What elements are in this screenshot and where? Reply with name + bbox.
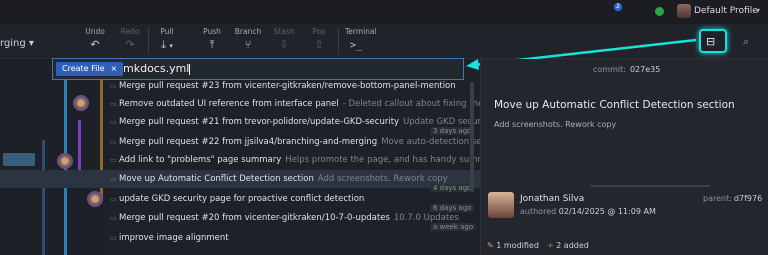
- added-count[interactable]: 2 added: [556, 241, 589, 250]
- title-bar: [0, 0, 768, 24]
- commit-message: update GKD security page for proactive c…: [119, 194, 365, 204]
- filename-input[interactable]: mkdocs.yml: [123, 61, 191, 77]
- scrollbar[interactable]: [470, 82, 474, 192]
- avatar[interactable]: [87, 191, 103, 207]
- parent-sha[interactable]: parent: d7f976: [703, 194, 762, 203]
- table-row[interactable]: ▭ Merge pull request #21 from trevor-poli…: [110, 113, 480, 131]
- push-icon: ⤒: [209, 38, 215, 51]
- divider: [338, 28, 339, 54]
- branch-label: Branch: [234, 27, 262, 36]
- commit-sha-label: commit:: [593, 65, 626, 74]
- stash-icon: ⇩: [279, 38, 289, 51]
- commit-description: 10.7.0 Updates: [393, 213, 459, 223]
- stash-button[interactable]: Stash ⇩: [266, 27, 302, 51]
- redo-label: Redo: [120, 27, 140, 36]
- notification-badge: 2: [614, 3, 622, 11]
- row-marker-icon: ▭: [110, 214, 117, 222]
- avatar[interactable]: [57, 153, 73, 169]
- authored-date: authored 02/14/2025 @ 11:09 AM: [520, 207, 656, 216]
- panel-resize-handle[interactable]: [590, 185, 710, 187]
- row-marker-icon: ▭: [110, 156, 117, 164]
- row-marker-icon: ▭: [110, 138, 117, 146]
- redo-icon: ↷: [125, 38, 135, 51]
- stash-label: Stash: [273, 27, 295, 36]
- commit-sha[interactable]: commit: 027e35: [593, 65, 660, 74]
- row-marker-icon: ▭: [110, 118, 117, 126]
- graph-lane: [42, 140, 45, 255]
- table-row[interactable]: ▭ Merge pull request #20 from vicenter-gi…: [110, 209, 480, 227]
- filename-value: mkdocs.yml: [123, 62, 190, 75]
- commit-message: improve image alignment: [119, 233, 229, 243]
- pencil-icon: ✎: [487, 241, 494, 250]
- command-palette[interactable]: Create File × mkdocs.yml: [52, 58, 464, 80]
- commit-message: Merge pull request #23 from vicenter-git…: [119, 81, 456, 91]
- undo-label: Undo: [85, 27, 105, 36]
- pull-label: Pull: [160, 27, 174, 36]
- terminal-label[interactable]: Terminal: [345, 27, 377, 36]
- commit-description: Add screenshots. Rework copy: [317, 174, 448, 184]
- author-avatar: [488, 192, 514, 218]
- create-file-label: Create File: [62, 64, 105, 73]
- table-row[interactable]: ▭ Remove outdated UI reference from inter…: [110, 95, 480, 113]
- profile-caret-icon[interactable]: ▾: [756, 6, 760, 15]
- create-file-tag[interactable]: Create File ×: [56, 62, 124, 76]
- commit-message: Merge pull request #22 from jjsilva4/bra…: [119, 137, 378, 147]
- commit-message: Remove outdated UI reference from interf…: [119, 99, 339, 109]
- branch-badge[interactable]: [3, 153, 35, 166]
- branch-button[interactable]: Branch ⑂: [230, 27, 266, 51]
- text-cursor: [189, 63, 191, 75]
- plus-icon: +: [546, 241, 554, 250]
- modified-count[interactable]: 1 modified: [496, 241, 539, 250]
- commit-message: Merge pull request #20 from vicenter-git…: [119, 213, 390, 223]
- row-marker-icon: ▭: [110, 195, 117, 203]
- redo-button[interactable]: Redo ↷: [112, 27, 148, 51]
- authored-date-value: 02/14/2025 @ 11:09 AM: [558, 207, 656, 216]
- pop-button[interactable]: Pop ⇧: [301, 27, 337, 51]
- table-row-selected[interactable]: ▭ Move up Automatic Conflict Detection se…: [110, 170, 480, 188]
- table-row[interactable]: ▭ improve image alignment: [110, 229, 480, 247]
- row-marker-icon: ▭: [110, 100, 117, 108]
- close-icon[interactable]: ×: [111, 64, 118, 73]
- branch-selector[interactable]: rging ▾: [0, 38, 34, 49]
- commit-title: Move up Automatic Conflict Detection sec…: [494, 99, 735, 111]
- undo-button[interactable]: Undo ↶: [77, 27, 113, 51]
- table-row[interactable]: ▭ update GKD security page for proactive …: [110, 190, 480, 208]
- parent-label: parent:: [703, 194, 732, 203]
- pull-button[interactable]: Pull ⤓ ▾: [149, 27, 185, 52]
- search-icon[interactable]: ⌕: [743, 35, 749, 49]
- commit-message: Merge pull request #21 from trevor-polid…: [119, 117, 400, 127]
- commit-sha-value: 027e35: [629, 65, 661, 74]
- avatar[interactable]: [73, 95, 89, 111]
- row-marker-icon: ▭: [110, 234, 117, 242]
- commit-date-badge: a week ago: [430, 223, 477, 231]
- commit-description: Helps promote the page, and has handy su…: [285, 155, 480, 165]
- row-marker-icon: ▭: [110, 175, 117, 183]
- profile-label[interactable]: Default Profile: [694, 6, 758, 16]
- commit-description: Update GKD security: [403, 117, 480, 127]
- undo-icon: ↶: [90, 38, 100, 51]
- commit-message: Move up Automatic Conflict Detection sec…: [119, 174, 314, 184]
- pop-label: Pop: [312, 27, 326, 36]
- commit-message: Add link to "problems" page summary: [119, 155, 282, 165]
- author-name: Jonathan Silva: [520, 194, 585, 204]
- commit-description: - Deleted callout about fixing the stagi…: [342, 99, 480, 109]
- commit-body: Add screenshots. Rework copy: [494, 120, 617, 129]
- push-button[interactable]: Push ⤒: [194, 27, 230, 52]
- table-row[interactable]: ▭ Add link to "problems" page summary Help…: [110, 151, 480, 169]
- panel-toggle-icon: ⊟: [706, 35, 716, 48]
- parent-sha-value: d7f976: [733, 194, 763, 203]
- branch-icon: ⑂: [244, 38, 252, 51]
- pop-icon: ⇧: [314, 38, 324, 51]
- avatar[interactable]: [677, 4, 691, 18]
- push-label: Push: [203, 27, 221, 36]
- table-row[interactable]: ▭ Merge pull request #22 from jjsilva4/br…: [110, 133, 480, 151]
- commit-description: Move auto-detection section: [381, 137, 480, 147]
- commit-detail-panel: [480, 59, 768, 255]
- terminal-icon[interactable]: >_: [350, 40, 362, 51]
- file-change-summary: ✎ 1 modified + 2 added: [487, 241, 589, 250]
- authored-label: authored: [520, 207, 557, 216]
- pull-icon: ⤓ ▾: [161, 38, 173, 51]
- status-online-icon: [655, 7, 664, 16]
